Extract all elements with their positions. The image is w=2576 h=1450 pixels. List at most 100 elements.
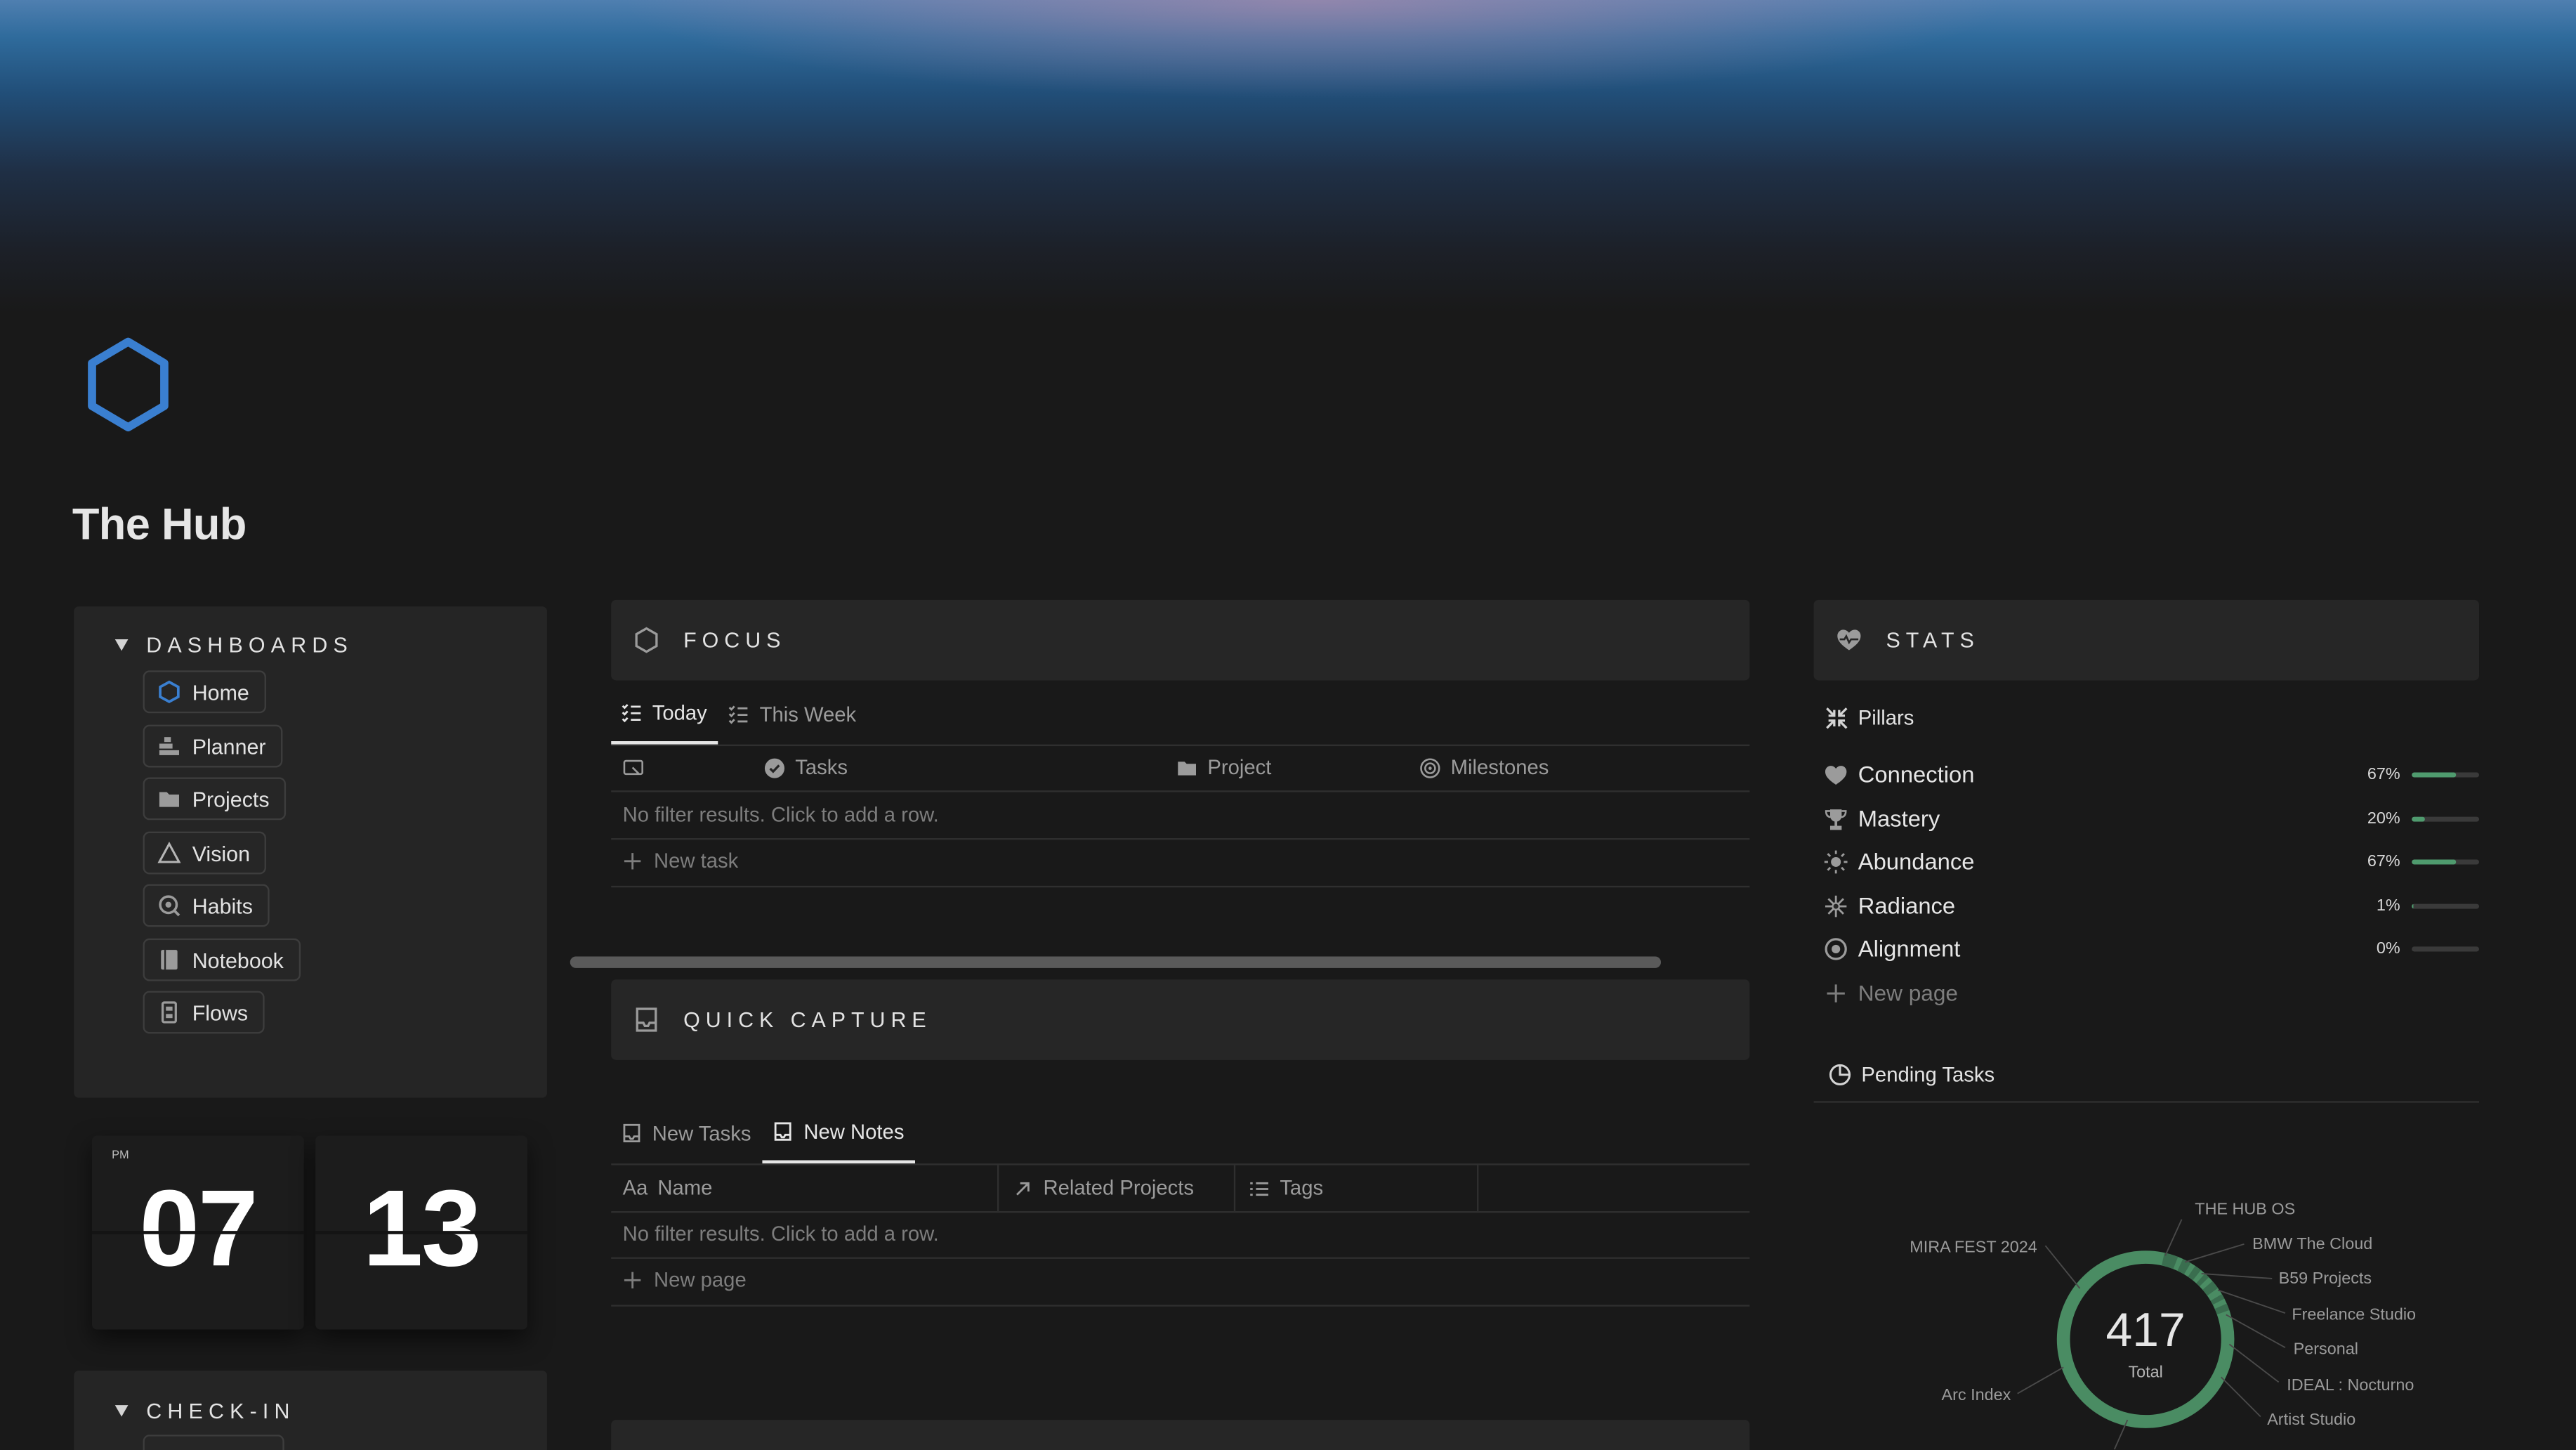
pillar-progress — [2412, 816, 2480, 822]
stats-new-page-label: New page — [1858, 981, 1958, 1006]
pillar-percent: 1% — [2376, 896, 2400, 915]
pillar-row[interactable]: Abundance 67% — [1824, 840, 2481, 882]
leader-line — [2201, 1273, 2273, 1279]
pillar-progress — [2412, 903, 2480, 909]
flip-divider — [92, 1231, 304, 1234]
pillar-row[interactable]: Alignment 0% — [1824, 927, 2481, 969]
clock-hour-card: 07 — [92, 1135, 304, 1330]
stats-new-page-button[interactable]: New page — [1825, 981, 1958, 1006]
col-related-projects[interactable]: Related Projects — [1012, 1177, 1194, 1200]
new-page-label: New page — [654, 1268, 747, 1292]
pillar-name: Radiance — [1858, 892, 1956, 919]
pillar-percent: 67% — [2367, 851, 2400, 870]
pillar-percent: 67% — [2367, 764, 2400, 783]
pillar-name: Abundance — [1858, 848, 1975, 875]
folder-icon — [159, 792, 179, 807]
quick-capture-empty-text[interactable]: No filter results. Click to add a row. — [623, 1222, 939, 1246]
triangle-icon — [157, 842, 181, 863]
leader-line — [2017, 1366, 2064, 1395]
pillar-row[interactable]: Radiance 1% — [1824, 884, 2481, 927]
tab-new-notes[interactable]: New Notes — [762, 1114, 916, 1164]
column-divider — [1477, 1165, 1479, 1212]
dashboards-toggle[interactable]: DASHBOARDS — [114, 632, 354, 658]
focus-heading: FOCUS — [683, 627, 787, 653]
nav-projects-label: Projects — [192, 786, 270, 811]
trophy-icon — [1825, 808, 1847, 830]
pending-tasks-title: Pending Tasks — [1829, 1064, 1995, 1086]
habits-icon — [159, 895, 180, 917]
pillar-progress — [2412, 772, 2480, 778]
inbox-icon — [775, 1122, 792, 1141]
leader-line — [2184, 1243, 2245, 1263]
slice-label: Artist Studio — [2267, 1410, 2355, 1428]
divider — [611, 1163, 1750, 1165]
heart-pulse-icon — [1837, 629, 1861, 651]
pillar-progress — [2412, 946, 2480, 952]
tab-today[interactable]: Today — [611, 695, 719, 745]
slice-label: Personal — [2294, 1340, 2358, 1358]
nav-flows-button[interactable]: Flows — [143, 991, 265, 1034]
col-milestones[interactable]: Milestones — [1419, 756, 1549, 779]
folder-icon — [1178, 761, 1197, 775]
flip-divider — [315, 1231, 527, 1234]
new-page-button[interactable]: New page — [623, 1269, 747, 1292]
col-project[interactable]: Project — [1176, 756, 1271, 779]
nav-notebook-button[interactable]: Notebook — [143, 938, 301, 981]
plus-icon — [1827, 984, 1845, 1002]
slice-label: B59 Projects — [2279, 1269, 2372, 1287]
planner-icon — [159, 737, 179, 755]
divider — [611, 1257, 1750, 1259]
pillar-name: Connection — [1858, 761, 1975, 788]
nav-planner-button[interactable]: Planner — [143, 724, 282, 768]
nav-vision-label: Vision — [192, 840, 251, 866]
notebook-icon — [161, 950, 178, 970]
focus-header: FOCUS — [611, 599, 1750, 681]
pillar-row[interactable]: Connection 67% — [1824, 752, 2481, 795]
tab-new-notes-label: New Notes — [803, 1120, 905, 1143]
nav-projects-button[interactable]: Projects — [143, 777, 286, 821]
col-tags-label: Tags — [1280, 1176, 1324, 1200]
nav-vision-button[interactable]: Vision — [143, 831, 267, 875]
focus-empty-text[interactable]: No filter results. Click to add a row. — [623, 804, 939, 827]
hexagon-icon — [159, 680, 180, 704]
quick-capture-tabs: New Tasks New Notes — [611, 1114, 916, 1164]
checkin-button[interactable] — [143, 1435, 284, 1450]
clock-hour: 07 — [139, 1166, 258, 1289]
row-select-icon[interactable] — [623, 757, 644, 778]
tab-new-tasks[interactable]: New Tasks — [611, 1114, 763, 1163]
pillar-progress-fill — [2412, 859, 2457, 865]
toggle-triangle-icon — [114, 1405, 129, 1417]
hexagon-outline-icon — [635, 627, 658, 653]
col-project-label: Project — [1207, 756, 1272, 779]
divider — [1813, 1101, 2480, 1103]
pie-chart-icon — [1829, 1064, 1851, 1085]
tab-this-week-label: This Week — [759, 703, 857, 726]
clock-ampm: PM — [112, 1150, 129, 1162]
col-tasks[interactable]: Tasks — [764, 756, 848, 779]
col-tags[interactable]: Tags — [1249, 1177, 1323, 1200]
leader-line — [2221, 1376, 2261, 1418]
hexagon-page-icon[interactable] — [82, 335, 174, 433]
collapse-arrows-icon — [1826, 707, 1848, 729]
pillar-percent: 0% — [2376, 939, 2400, 958]
inbox-icon — [623, 1123, 640, 1143]
divider — [611, 744, 1750, 747]
tab-this-week[interactable]: This Week — [718, 695, 867, 745]
donut-total-value: 417 — [2106, 1304, 2186, 1357]
pillar-progress-fill — [2412, 772, 2457, 778]
slice-label: BMW The Cloud — [2252, 1234, 2372, 1253]
nav-habits-button[interactable]: Habits — [143, 884, 270, 927]
dashboards-heading: DASHBOARDS — [146, 632, 354, 658]
checkin-toggle[interactable]: CHECK-IN — [114, 1399, 296, 1423]
nav-home-label: Home — [192, 679, 249, 705]
horizontal-scrollbar[interactable] — [570, 956, 1662, 968]
pillar-row[interactable]: Mastery 20% — [1824, 797, 2481, 840]
col-name-label: Name — [657, 1176, 713, 1200]
col-name[interactable]: Aa Name — [623, 1177, 713, 1200]
slice-label: IDEAL : Nocturno — [2287, 1376, 2414, 1394]
check-circle-icon — [764, 757, 785, 778]
new-task-button[interactable]: New task — [623, 849, 738, 873]
plus-icon — [624, 853, 641, 870]
leader-line — [2228, 1343, 2280, 1383]
nav-home-button[interactable]: Home — [143, 670, 266, 714]
